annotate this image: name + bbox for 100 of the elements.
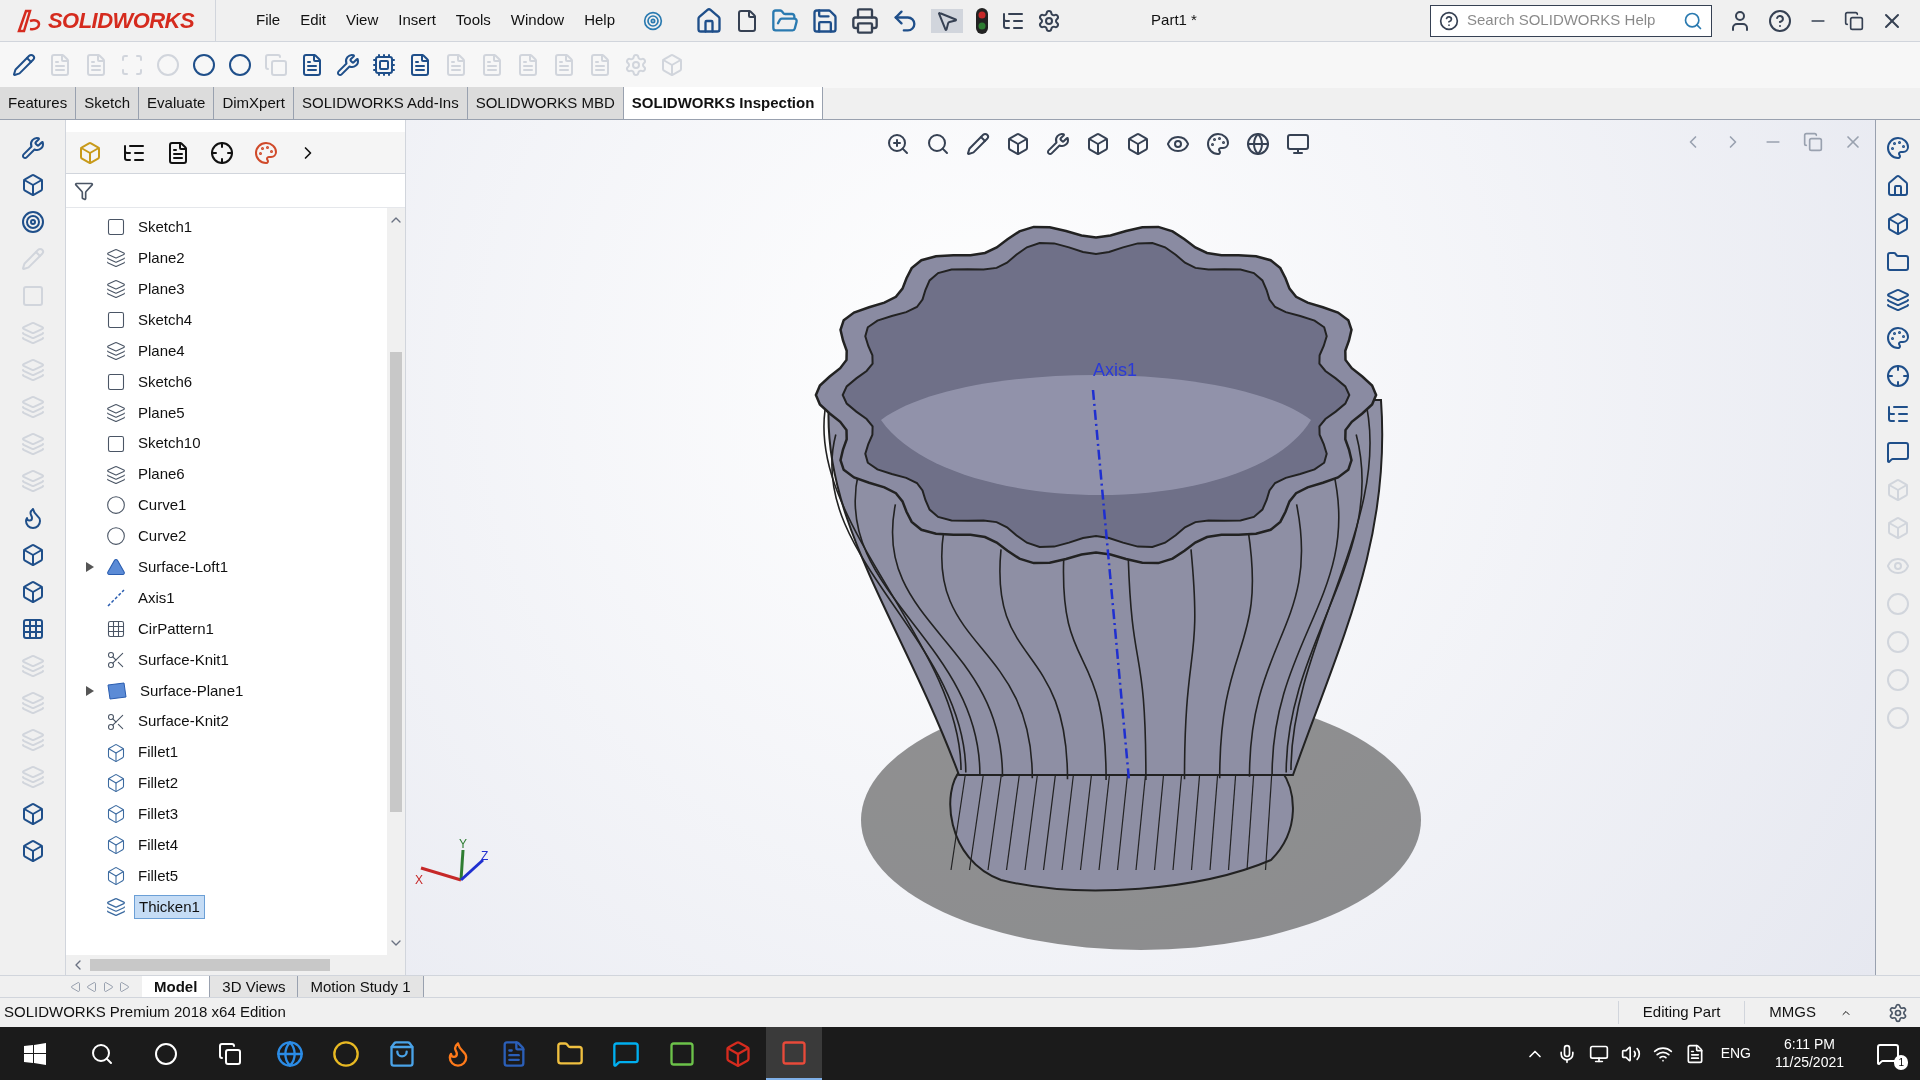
tree-item[interactable]: Sketch6 [134,370,197,394]
command-tab[interactable]: DimXpert [214,87,294,119]
select-pointer-icon[interactable] [931,8,964,33]
command-tab[interactable]: Evaluate [139,87,215,119]
task-pane-icon[interactable] [1886,364,1910,388]
help-icon[interactable] [1768,8,1792,33]
toolbar-tool-icon[interactable] [372,53,396,77]
tree-item[interactable]: Thicken1 [134,894,205,920]
search-bar[interactable]: Search SOLIDWORKS Help [1430,4,1712,37]
task-view-icon[interactable] [218,1041,242,1066]
view-tool-icon[interactable] [1286,132,1310,156]
windows-start-icon[interactable] [24,1042,46,1065]
feature-tool-icon[interactable] [20,617,45,641]
units-selector[interactable]: MMGS [1744,1001,1876,1024]
menu-item[interactable]: Insert [390,9,444,32]
command-tab[interactable]: SOLIDWORKS MBD [467,87,624,119]
menu-item[interactable]: File [248,9,289,32]
feature-tool-icon[interactable] [20,136,45,160]
traffic-light-icon[interactable] [975,6,990,35]
search-icon[interactable] [90,1041,114,1066]
toolbar-tool-icon[interactable] [192,53,216,77]
tree-item[interactable]: Fillet4 [134,834,182,857]
menu-item[interactable]: Window [502,9,573,32]
command-tab[interactable]: SOLIDWORKS Inspection [623,87,824,119]
crosshair-icon[interactable] [210,140,234,165]
tree-item[interactable]: Surface-Knit2 [134,710,233,733]
feature-tool-icon[interactable] [20,802,45,826]
tree-item[interactable]: Plane6 [134,463,189,486]
tree-item[interactable]: Plane5 [134,401,189,425]
menu-item[interactable]: Help [576,9,624,32]
task-pane-icon[interactable] [1886,212,1910,236]
task-pane-icon[interactable] [1886,288,1910,312]
recorder-app-icon[interactable] [766,1027,822,1080]
feature-tool-icon[interactable] [20,173,45,197]
notification-icon[interactable] [1876,1041,1900,1066]
configuration-icon[interactable] [166,140,190,165]
save-icon[interactable] [811,6,840,35]
view-tool-icon[interactable] [966,132,990,156]
print-icon[interactable] [851,6,880,35]
appearance-icon[interactable] [254,140,278,165]
view-tool-icon[interactable] [886,132,910,156]
task-pane-icon[interactable] [1886,136,1910,160]
toolbar-tool-icon[interactable] [300,53,324,77]
vertical-scrollbar[interactable] [387,208,405,955]
task-pane-icon[interactable] [1886,250,1910,274]
view-tool-icon[interactable] [1206,132,1230,156]
tree-item[interactable]: Plane3 [134,277,189,301]
cortana-icon[interactable] [154,1041,178,1066]
command-tab[interactable]: Sketch [76,87,140,119]
command-tab[interactable]: SOLIDWORKS Add-Ins [293,87,468,119]
tree-item[interactable]: Fillet2 [134,772,182,795]
feature-tool-icon[interactable] [20,580,45,604]
tree-item[interactable]: Curve1 [134,494,191,517]
tree-item[interactable]: Axis1 [134,586,179,610]
tree-item[interactable]: CirPattern1 [134,617,218,641]
tree-item[interactable]: Surface-Plane1 [136,679,248,703]
bottom-tab[interactable]: Model [142,975,211,998]
task-pane-icon[interactable] [1886,326,1910,350]
tree-item[interactable]: Fillet3 [134,803,182,826]
menu-item[interactable]: View [338,9,387,32]
clock-time[interactable]: 6:11 PM [1783,1036,1836,1054]
menu-item[interactable]: Tools [447,9,499,32]
tree-item[interactable]: Surface-Knit1 [134,648,233,672]
settings-icon[interactable] [1037,8,1062,33]
bottom-tab[interactable]: Motion Study 1 [298,975,424,998]
menu-item[interactable]: Edit [292,9,335,32]
restore-icon[interactable] [1844,10,1864,31]
bottom-tab[interactable]: 3D Views [210,975,299,998]
clock-date[interactable]: 11/25/2021 [1774,1053,1844,1071]
volume-icon[interactable] [1620,1043,1641,1064]
toolbar-tool-icon[interactable] [408,53,432,77]
tree-item[interactable]: Plane4 [134,339,189,363]
feature-tool-icon[interactable] [20,543,45,567]
feature-tool-icon[interactable] [20,210,45,234]
language-indicator[interactable]: ENG [1716,1043,1755,1064]
tree-item[interactable]: Sketch4 [134,308,197,332]
toolbar-tool-icon[interactable] [336,53,360,77]
toolbar-tool-icon[interactable] [228,53,252,77]
toolbar-tool-icon[interactable] [12,53,36,77]
expand-arrow-icon[interactable] [86,685,94,696]
tree-item[interactable]: Plane2 [134,247,189,270]
view-tool-icon[interactable] [1086,132,1110,156]
task-pane-icon[interactable] [1886,440,1910,464]
tree-item[interactable]: Fillet1 [134,741,182,764]
task-pane-icon[interactable] [1886,174,1910,198]
feature-tool-icon[interactable] [20,839,45,863]
view-tool-icon[interactable] [1046,132,1070,156]
tree-item[interactable]: Sketch1 [134,216,197,239]
horizontal-scrollbar[interactable] [66,955,405,975]
tree-item[interactable]: Surface-Loft1 [134,556,233,579]
view-tool-icon[interactable] [926,132,950,156]
tree-item[interactable]: Fillet5 [134,864,182,888]
view-tool-icon[interactable] [1006,132,1030,156]
command-tab[interactable]: Features [0,87,77,119]
filter-icon[interactable] [74,180,94,201]
view-tool-icon[interactable] [1126,132,1150,156]
tree-item[interactable]: Sketch10 [134,432,205,455]
search-field[interactable]: Search SOLIDWORKS Help [1467,9,1675,32]
home-icon[interactable] [695,6,724,35]
view-tool-icon[interactable] [1246,132,1270,156]
